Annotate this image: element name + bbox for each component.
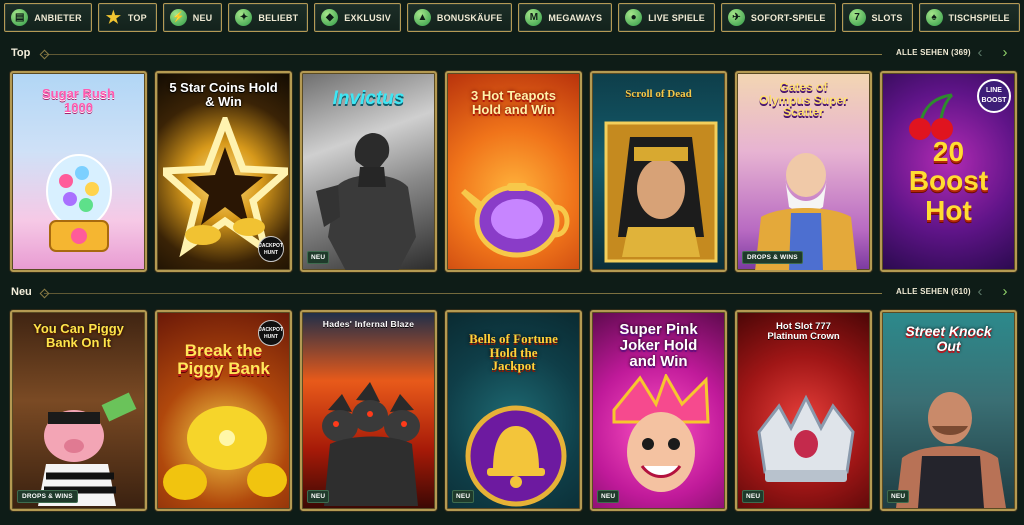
- nav-live-games[interactable]: ● LIVE SPIELE: [618, 3, 715, 32]
- game-tile[interactable]: Hot Slot 777 Platinum Crown NEU: [735, 310, 872, 511]
- game-row-new: You Can Piggy Bank On It DROPS & WINS Br…: [10, 310, 1017, 511]
- candy-machine-image: [46, 154, 112, 252]
- new-icon: ⚡: [169, 9, 187, 26]
- game-title: Hades' Infernal Blaze: [322, 319, 415, 329]
- new-badge: NEU: [887, 490, 910, 503]
- game-title: 3 Hot Teapots Hold and Win: [471, 88, 556, 117]
- new-badge: NEU: [452, 490, 475, 503]
- instant-games-icon: ✈: [727, 9, 745, 26]
- cleopatra-image: [604, 121, 718, 263]
- category-nav: ▤ ANBIETER ★ TOP ⚡ NEU ✦ BELIEBT ◆ EXKLU…: [0, 3, 1024, 33]
- game-title: Sugar Rush 1000: [42, 86, 115, 115]
- game-title: 20 Boost Hot: [908, 136, 989, 226]
- game-title: Bells of Fortune Hold the Jackpot: [469, 331, 558, 374]
- section-title: Neu: [11, 286, 32, 298]
- platinum-crown-image: [757, 394, 855, 482]
- chevron-left-icon[interactable]: ‹: [972, 44, 988, 62]
- pig-robber-image: [38, 392, 137, 506]
- game-title: Street Knock Out: [905, 323, 992, 354]
- nav-label: SLOTS: [871, 12, 903, 23]
- live-games-icon: ●: [625, 9, 643, 26]
- game-tile[interactable]: 3 Hot Teapots Hold and Win: [445, 71, 582, 272]
- nav-label: BELIEBT: [258, 12, 299, 23]
- game-title: Gates of Olympus Super Scatter: [759, 80, 848, 120]
- game-tile[interactable]: 5 Star Coins Hold & Win JACKPOT HUNT: [155, 71, 292, 272]
- nav-label: SOFORT-SPIELE: [750, 12, 826, 23]
- popular-icon: ✦: [235, 9, 253, 26]
- diamond-icon: ◆: [321, 9, 339, 26]
- new-badge: NEU: [307, 490, 330, 503]
- game-tile[interactable]: You Can Piggy Bank On It DROPS & WINS: [10, 310, 147, 511]
- game-tile[interactable]: Bells of Fortune Hold the Jackpot NEU: [445, 310, 582, 511]
- game-title: Scroll of Dead: [625, 88, 692, 100]
- bonus-buy-icon: ▲: [413, 9, 431, 26]
- nav-providers[interactable]: ▤ ANBIETER: [4, 3, 92, 32]
- chevron-right-icon[interactable]: ›: [997, 283, 1013, 301]
- nav-megaways[interactable]: M MEGAWAYS: [518, 3, 613, 32]
- game-tile[interactable]: Invictus NEU: [300, 71, 437, 272]
- game-title: Hot Slot 777 Platinum Crown: [767, 321, 840, 342]
- slots-icon: 7: [848, 9, 866, 26]
- megaways-icon: M: [525, 9, 543, 26]
- nav-popular[interactable]: ✦ BELIEBT: [228, 3, 309, 32]
- game-title: Break the Piggy Bank: [177, 341, 270, 378]
- game-tile[interactable]: 20 Boost Hot LINE BOOST: [880, 71, 1017, 272]
- nav-bonus-buys[interactable]: ▲ BONUSKÄUFE: [406, 3, 513, 32]
- game-row-top: Sugar Rush 1000 5 Star Coins Hold & Win …: [10, 71, 1017, 272]
- game-tile[interactable]: Scroll of Dead: [590, 71, 727, 272]
- nav-table-games[interactable]: ♠ TISCHSPIELE: [918, 3, 1020, 32]
- star-icon: ★: [105, 8, 121, 27]
- gold-piggy-image: [163, 406, 287, 500]
- warrior-statue-image: [316, 133, 416, 270]
- section-header-new: Neu ALLE SEHEN (610) ‹ ›: [0, 283, 1024, 304]
- game-title: 5 Star Coins Hold & Win: [169, 80, 278, 109]
- game-tile[interactable]: Sugar Rush 1000: [10, 71, 147, 272]
- see-all-link[interactable]: ALLE SEHEN (369): [896, 48, 971, 57]
- cerberus-image: [322, 382, 420, 506]
- jackpot-hunt-logo: JACKPOT HUNT: [258, 236, 284, 262]
- cherry-image: [909, 93, 954, 140]
- nav-label: NEU: [192, 12, 213, 23]
- section-divider: [44, 54, 882, 55]
- drops-wins-badge: DROPS & WINS: [742, 251, 803, 264]
- drops-wins-badge: DROPS & WINS: [17, 490, 78, 503]
- provider-icon: ▤: [11, 9, 29, 26]
- game-tile[interactable]: Break the Piggy Bank JACKPOT HUNT: [155, 310, 292, 511]
- new-badge: NEU: [742, 490, 765, 503]
- nav-label: TISCHSPIELE: [948, 12, 1010, 23]
- new-badge: NEU: [307, 251, 330, 264]
- nav-label: LIVE SPIELE: [648, 12, 705, 23]
- table-games-icon: ♠: [925, 9, 943, 26]
- game-tile[interactable]: Hades' Infernal Blaze NEU: [300, 310, 437, 511]
- jackpot-hunt-logo: JACKPOT HUNT: [258, 320, 284, 346]
- fighter-image: [896, 392, 1006, 508]
- nav-label: ANBIETER: [34, 12, 82, 23]
- section-header-top: Top ALLE SEHEN (369) ‹ ›: [0, 44, 1024, 65]
- nav-new[interactable]: ⚡ NEU: [162, 3, 223, 32]
- nav-instant-games[interactable]: ✈ SOFORT-SPIELE: [720, 3, 836, 32]
- bell-image: [465, 405, 567, 507]
- nav-exclusive[interactable]: ◆ EXKLUSIV: [314, 3, 401, 32]
- game-title: Invictus: [332, 88, 405, 109]
- chevron-left-icon[interactable]: ‹: [972, 283, 988, 301]
- teapot-image: [461, 183, 570, 258]
- game-tile[interactable]: Gates of Olympus Super Scatter DROPS & W…: [735, 71, 872, 272]
- game-title: Super Pink Joker Hold and Win: [619, 321, 698, 370]
- nav-label: EXKLUSIV: [344, 12, 391, 23]
- game-title: You Can Piggy Bank On It: [33, 321, 124, 350]
- game-tile[interactable]: Super Pink Joker Hold and Win NEU: [590, 310, 727, 511]
- see-all-link[interactable]: ALLE SEHEN (610): [896, 287, 971, 296]
- nav-label: BONUSKÄUFE: [436, 12, 503, 23]
- joker-image: [612, 374, 710, 492]
- nav-label: TOP: [127, 12, 147, 23]
- game-tile[interactable]: Street Knock Out NEU: [880, 310, 1017, 511]
- chevron-right-icon[interactable]: ›: [997, 44, 1013, 62]
- nav-slots[interactable]: 7 SLOTS: [841, 3, 913, 32]
- new-badge: NEU: [597, 490, 620, 503]
- nav-top[interactable]: ★ TOP: [97, 3, 157, 32]
- section-title: Top: [11, 47, 31, 59]
- line-boost-logo: LINE BOOST: [977, 79, 1011, 113]
- section-divider: [44, 293, 882, 294]
- nav-label: MEGAWAYS: [548, 12, 603, 23]
